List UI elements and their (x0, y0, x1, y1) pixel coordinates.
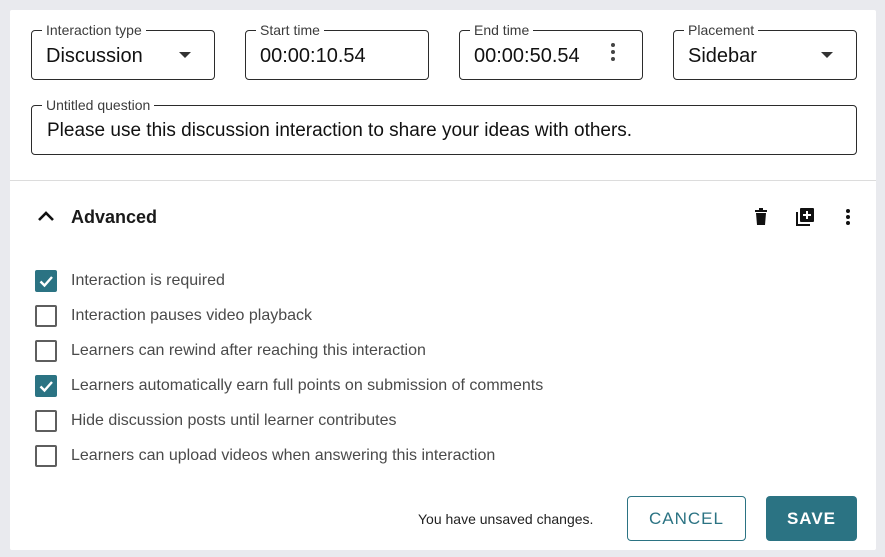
question-value: Please use this discussion interaction t… (47, 120, 633, 141)
advanced-header: Advanced (36, 206, 856, 228)
placement-select[interactable]: Placement Sidebar (673, 22, 857, 80)
interaction-editor-card: Interaction type Discussion Start time 0… (10, 10, 876, 550)
dropdown-caret-icon (821, 52, 833, 58)
option-label: Hide discussion posts until learner cont… (71, 412, 397, 429)
option-label: Learners can upload videos when answerin… (71, 447, 496, 464)
option-required[interactable]: Interaction is required (34, 269, 634, 293)
end-time-label: End time (470, 22, 534, 38)
trash-icon[interactable] (750, 206, 772, 228)
option-hide-posts[interactable]: Hide discussion posts until learner cont… (34, 409, 634, 433)
checkbox-checked[interactable] (35, 375, 57, 397)
dropdown-caret-icon (179, 52, 191, 58)
interaction-type-select[interactable]: Interaction type Discussion (31, 22, 215, 80)
option-pauses-playback[interactable]: Interaction pauses video playback (34, 304, 634, 328)
checkbox[interactable] (35, 340, 57, 362)
interaction-type-value: Discussion (46, 45, 143, 67)
end-time-field[interactable]: End time 00:00:50.54 (459, 22, 643, 80)
placement-value: Sidebar (688, 45, 757, 67)
interaction-type-label: Interaction type (42, 22, 146, 38)
save-button[interactable]: SAVE (766, 496, 857, 541)
checkbox[interactable] (35, 305, 57, 327)
option-full-points[interactable]: Learners automatically earn full points … (34, 374, 634, 398)
section-divider (10, 180, 876, 181)
unsaved-changes-status: You have unsaved changes. (418, 511, 594, 527)
start-time-field[interactable]: Start time 00:00:10.54 (245, 22, 429, 80)
option-label: Learners can rewind after reaching this … (71, 342, 426, 359)
question-label: Untitled question (42, 97, 155, 113)
option-upload-videos[interactable]: Learners can upload videos when answerin… (34, 444, 634, 468)
end-time-more-icon[interactable] (611, 43, 615, 64)
advanced-title[interactable]: Advanced (71, 206, 157, 228)
option-label: Learners automatically earn full points … (71, 377, 544, 394)
duplicate-icon[interactable] (794, 206, 816, 228)
check-icon (39, 276, 53, 288)
checkbox-checked[interactable] (35, 270, 57, 292)
placement-label: Placement (684, 22, 759, 38)
start-time-label: Start time (256, 22, 324, 38)
question-input[interactable]: Untitled question Please use this discus… (31, 97, 857, 155)
option-label: Interaction is required (71, 272, 225, 289)
chevron-up-icon[interactable] (36, 208, 56, 224)
end-time-value: 00:00:50.54 (474, 45, 580, 67)
option-label: Interaction pauses video playback (71, 307, 313, 324)
start-time-value: 00:00:10.54 (260, 45, 366, 67)
check-icon (39, 381, 53, 393)
checkbox[interactable] (35, 410, 57, 432)
cancel-button[interactable]: CANCEL (627, 496, 746, 541)
more-vertical-icon[interactable] (837, 206, 859, 228)
option-can-rewind[interactable]: Learners can rewind after reaching this … (34, 339, 634, 363)
checkbox[interactable] (35, 445, 57, 467)
